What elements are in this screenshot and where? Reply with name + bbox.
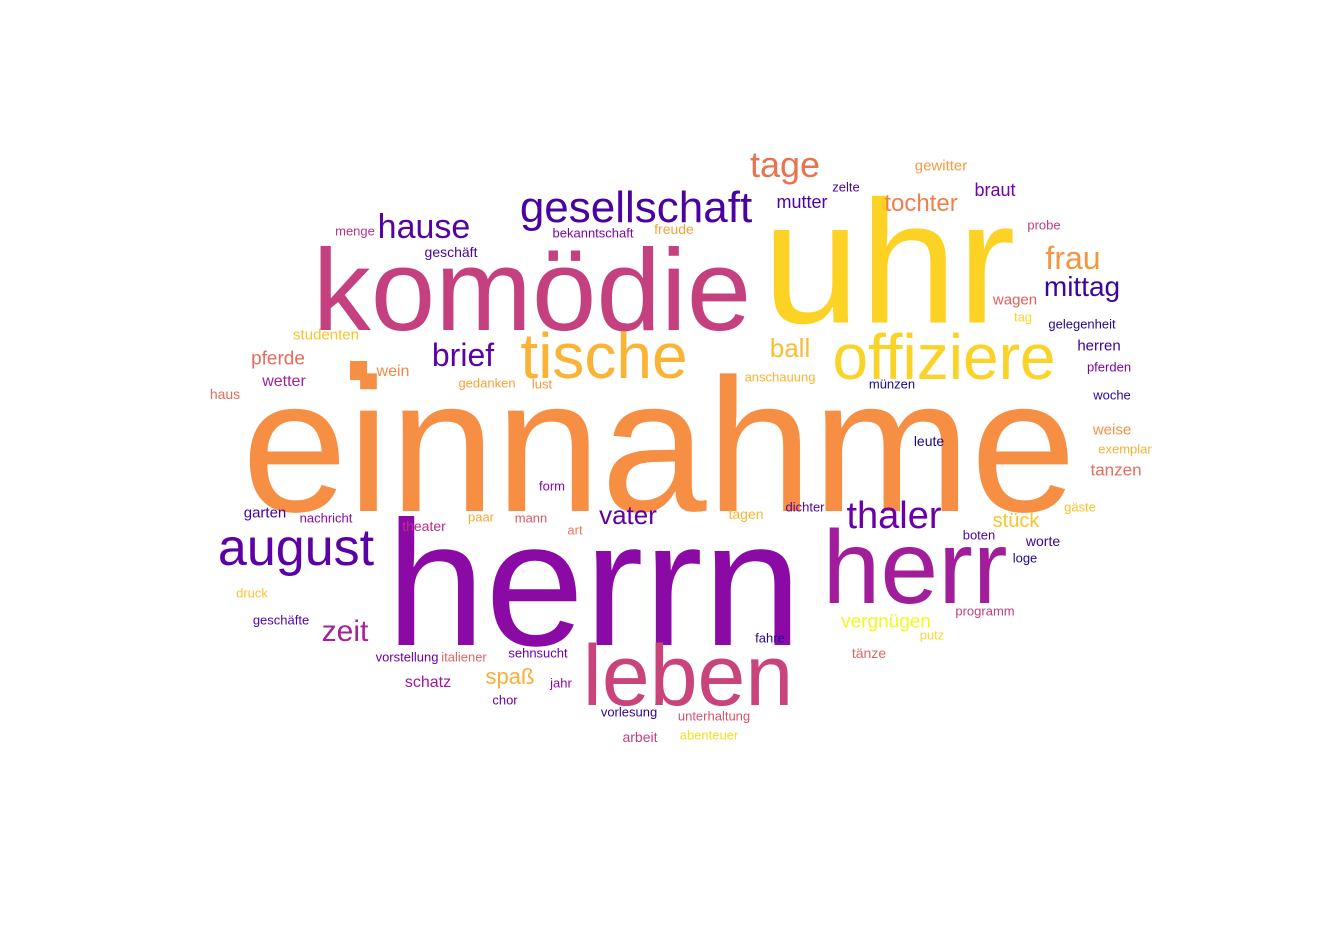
word: offiziere	[832, 321, 1056, 393]
word: worte	[1025, 533, 1061, 549]
word: weise	[1092, 421, 1132, 439]
word: anschauung	[744, 369, 816, 385]
word: herren	[1077, 337, 1121, 355]
word: wagen	[992, 291, 1038, 309]
word: pferden	[1086, 359, 1132, 375]
word-cloud: einnahme herrn uhr komödie herr leben of…	[0, 0, 1334, 945]
word: bekanntschaft	[552, 225, 634, 241]
word: vater	[599, 500, 657, 530]
word: exemplar	[1098, 441, 1152, 457]
word: zeit	[321, 615, 369, 648]
word: gelegenheit	[1048, 316, 1116, 332]
word: probe	[1027, 217, 1061, 233]
word: wein	[376, 363, 410, 380]
word: geschäfte	[252, 612, 310, 628]
word: boten	[962, 527, 996, 543]
word: gesellschaft	[519, 183, 753, 232]
word: münzen	[868, 376, 916, 392]
word: gedanken	[458, 375, 516, 391]
word: programm	[955, 603, 1015, 619]
word: putz	[919, 627, 945, 643]
word: studenten	[293, 326, 359, 344]
word: tagen	[728, 506, 764, 522]
word: mann	[514, 510, 548, 526]
word: mutter	[776, 192, 828, 212]
word: wetter	[262, 373, 306, 390]
word: haus	[209, 386, 241, 402]
word: tanzen	[1090, 460, 1142, 480]
word: tag	[1013, 309, 1033, 325]
word: vorstellung	[375, 649, 439, 665]
word: brief	[431, 337, 495, 373]
word: august	[217, 519, 375, 577]
word: geschäft	[424, 244, 478, 260]
word: freude	[654, 221, 694, 237]
word: woche	[1093, 387, 1131, 403]
word: form	[539, 478, 565, 494]
word: loge	[1012, 550, 1038, 566]
word: tage	[749, 144, 821, 185]
word: nachricht	[299, 510, 353, 526]
word: spaß	[485, 664, 535, 689]
word: tochter	[884, 190, 958, 217]
word: frau	[1045, 240, 1101, 276]
word: garten	[243, 504, 287, 522]
word: hause	[377, 208, 471, 246]
word: arbeit	[622, 729, 658, 745]
word: gewitter	[914, 157, 968, 175]
word: zelte	[832, 179, 860, 195]
word: unterhaltung	[677, 708, 751, 724]
word: art	[567, 522, 583, 538]
word: dichter	[785, 499, 825, 515]
word: stück	[992, 510, 1040, 532]
word: menge	[335, 223, 375, 239]
word: abenteuer	[679, 727, 739, 743]
word: leute	[913, 433, 945, 449]
word: tänze	[851, 645, 887, 661]
word: italiener	[441, 649, 487, 665]
word: paar	[467, 509, 495, 525]
word: thaler	[846, 495, 942, 537]
word: mittag	[1043, 271, 1121, 302]
word: theater	[402, 518, 446, 534]
word: jahr	[550, 675, 572, 691]
word: fahre	[755, 630, 785, 646]
word: sehnsucht	[508, 645, 568, 661]
word: pferde	[251, 348, 305, 370]
word: ball	[769, 333, 811, 363]
word: schatz	[404, 674, 452, 691]
word: gäste	[1064, 499, 1096, 515]
word: lust	[531, 376, 553, 392]
word: braut	[974, 180, 1016, 200]
word: vergnügen	[841, 611, 931, 633]
word: druck	[236, 585, 268, 601]
word: chor	[492, 692, 518, 708]
word: vorlesung	[600, 704, 658, 720]
